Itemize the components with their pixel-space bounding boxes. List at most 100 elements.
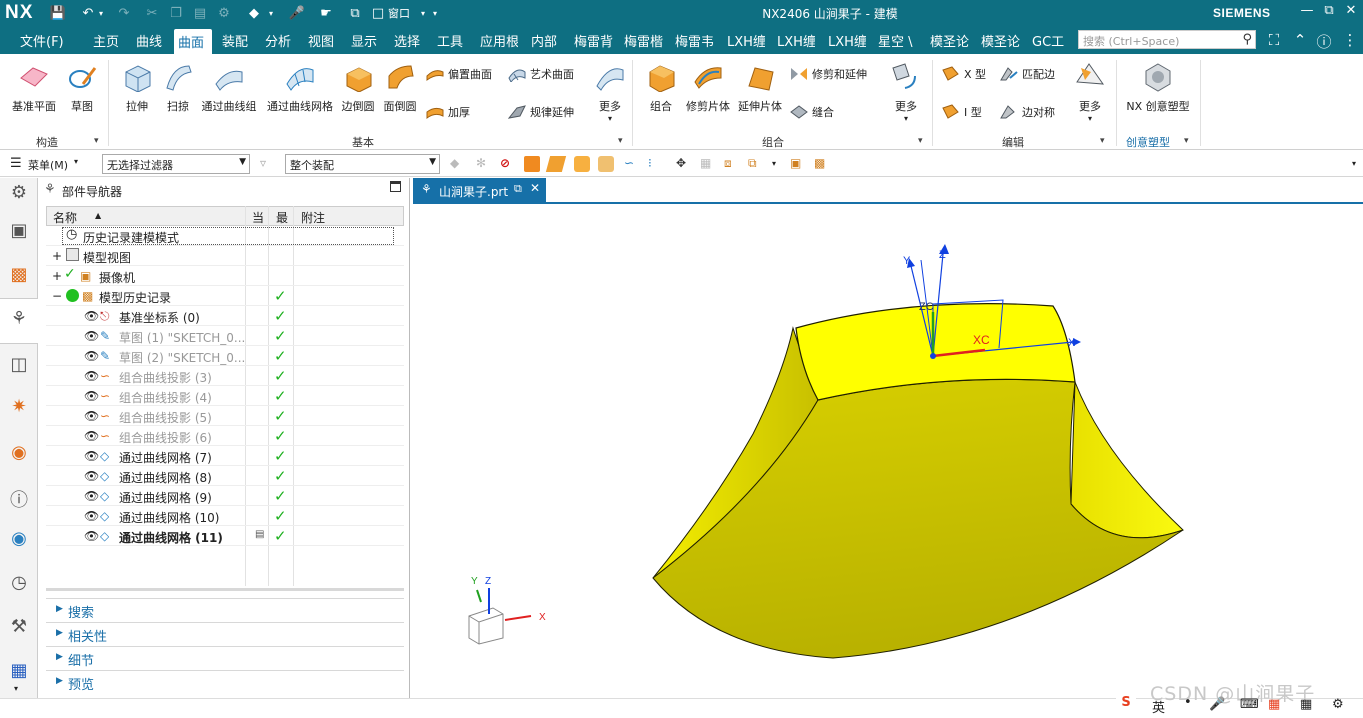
tab-lxh-2[interactable]: LXH缠 [777, 31, 815, 51]
group-realize-dropdown-icon[interactable]: ▾ [1184, 136, 1189, 146]
unite-button[interactable]: 组合 [640, 62, 682, 114]
menu-icon[interactable]: ☰ [10, 156, 22, 171]
tab-tools[interactable]: 工具 [437, 31, 467, 51]
point-icon[interactable]: ⁝ [648, 156, 664, 172]
curve-icon[interactable]: ∽ [624, 156, 640, 172]
close-tab-icon[interactable]: ✕ [530, 181, 540, 195]
redo-icon[interactable]: ↷ [114, 4, 134, 22]
extrude-button[interactable]: 拉伸 [116, 62, 158, 114]
microphone-icon[interactable]: 🎤 [287, 4, 307, 22]
tree-row-sketch-1[interactable]: 👁 ✎ 草图 (1) "SKETCH_0... ✓ [46, 326, 404, 346]
undock-icon[interactable]: ⧉ [514, 182, 522, 196]
toolbox-icon[interactable]: ▦ [1300, 697, 1312, 712]
hidden-eye-icon[interactable]: 👁 [84, 389, 99, 403]
tree-row-projection-4[interactable]: 👁 ∽ 组合曲线投影 (4) ✓ [46, 386, 404, 406]
tree-row-cameras[interactable]: + ✓ ▣ 摄像机 [46, 266, 404, 286]
selection-scope-select[interactable]: 整个装配 ▼ [285, 154, 440, 174]
info-icon[interactable]: ⓘ [7, 486, 31, 511]
endpoint-icon[interactable]: ⧈ [724, 156, 740, 172]
tab-home[interactable]: 主页 [93, 31, 123, 51]
hidden-eye-icon[interactable]: 👁 [84, 409, 99, 423]
sew-button[interactable]: 缝合 [790, 104, 834, 120]
menu-button[interactable]: 菜单(M) [28, 157, 68, 173]
face-blend-button[interactable]: 面倒圆 [380, 62, 420, 114]
visible-eye-icon[interactable]: 👁 [84, 449, 99, 463]
window-menu-dropdown-icon[interactable]: ▾ [418, 4, 428, 22]
window-icon[interactable]: □ [370, 4, 386, 22]
studio-surface-button[interactable]: 艺术曲面 [508, 66, 574, 83]
tab-display[interactable]: 显示 [351, 31, 381, 51]
paste-icon[interactable]: ▤ [190, 4, 210, 22]
more-tabs-icon[interactable]: ⋮ [1340, 31, 1360, 49]
thicken-button[interactable]: 加厚 [426, 104, 470, 120]
navigator-splitter[interactable] [46, 588, 404, 591]
collapse-icon[interactable]: − [52, 289, 62, 303]
tab-plugin-2[interactable]: 梅雷楷 [624, 31, 664, 51]
sheet-body-icon[interactable] [545, 156, 567, 172]
tab-application[interactable]: 应用根 [480, 31, 518, 51]
tree-row-model-views[interactable]: + 模型视图 [46, 246, 404, 266]
sort-ascending-icon[interactable]: ▲ [95, 211, 101, 220]
tab-plugin-1[interactable]: 梅雷背 [574, 31, 614, 51]
keyboard-icon[interactable]: ⌨ [1240, 697, 1259, 712]
hidden-eye-icon[interactable]: 👁 [84, 429, 99, 443]
command-finder-dropdown-icon[interactable]: ▾ [266, 4, 276, 22]
punctuation-icon[interactable]: • [1184, 695, 1192, 710]
hidden-eye-icon[interactable]: 👁 [84, 329, 99, 343]
tab-surface[interactable]: 曲面 [174, 29, 212, 54]
tab-mosheng-1[interactable]: 模圣论 [930, 31, 970, 51]
constraint-navigator-icon[interactable]: ▩ [7, 264, 31, 288]
combine-more-button[interactable]: 更多 ▾ [886, 62, 926, 123]
customize-dropdown-icon[interactable]: ▾ [430, 4, 440, 22]
tree-row-datum-csys[interactable]: 👁 ⎋ 基准坐标系 (0) ✓ [46, 306, 404, 326]
search-icon[interactable]: ⚲ [1242, 32, 1252, 47]
tab-xingkong[interactable]: 星空 \ [878, 31, 918, 51]
edge-blend-button[interactable]: 边倒圆 [338, 62, 378, 114]
gear-icon[interactable]: ⚙ [7, 182, 31, 206]
copy-icon[interactable]: ❐ [166, 4, 186, 22]
command-finder-icon[interactable]: ◆ [244, 4, 264, 22]
edge-symmetry-button[interactable]: 边对称 [1000, 104, 1055, 120]
tab-plugin-3[interactable]: 梅雷韦 [675, 31, 715, 51]
ime-settings-icon[interactable]: ⚙ [1332, 697, 1344, 712]
solid-body-icon[interactable] [524, 156, 540, 172]
body-icon[interactable]: ▣ [790, 156, 806, 172]
snap-dropdown-icon[interactable]: ▾ [772, 159, 788, 175]
hidden-eye-icon[interactable]: 👁 [84, 349, 99, 363]
toolbar-overflow-icon[interactable]: ▾ [1352, 159, 1356, 168]
snap-point-icon[interactable]: ✥ [676, 156, 692, 172]
tab-curve[interactable]: 曲线 [136, 31, 166, 51]
collapse-ribbon-icon[interactable]: ⌃ [1290, 31, 1310, 49]
microphone-icon[interactable]: 🎤 [1209, 697, 1225, 712]
menu-dropdown-icon[interactable]: ▾ [74, 157, 78, 166]
group-construct-dropdown-icon[interactable]: ▾ [94, 136, 99, 146]
tree-row-sketch-2[interactable]: 👁 ✎ 草图 (2) "SKETCH_0... ✓ [46, 346, 404, 366]
section-details[interactable]: ▶ 细节 [46, 646, 404, 669]
tab-file[interactable]: 文件(F) [20, 31, 68, 51]
hd3d-tools-icon[interactable]: ✷ [7, 396, 31, 420]
trim-and-extend-button[interactable]: 修剪和延伸 [790, 66, 867, 82]
column-comment[interactable]: 附注 [301, 209, 325, 226]
type-filter-select[interactable]: 无选择过滤器 ▼ [102, 154, 250, 174]
group-basic-dropdown-icon[interactable]: ▾ [618, 136, 623, 146]
save-icon[interactable]: 💾 [48, 4, 68, 22]
more-resources-dropdown-icon[interactable]: ▾ [14, 684, 18, 693]
tree-row-mesh-7[interactable]: 👁 ◇ 通过曲线网格 (7) ✓ [46, 446, 404, 466]
undo-dropdown-icon[interactable]: ▾ [96, 4, 106, 22]
group-edit-dropdown-icon[interactable]: ▾ [1100, 136, 1105, 146]
feature-face-icon[interactable] [598, 156, 614, 172]
assembly-navigator-icon[interactable]: ▣ [7, 220, 31, 244]
feature-selection-icon[interactable]: ✻ [476, 156, 492, 172]
model-right-flank[interactable] [1070, 381, 1184, 539]
offset-surface-button[interactable]: 偏置曲面 [426, 66, 492, 82]
expand-icon[interactable]: + [52, 249, 62, 263]
expand-icon[interactable]: + [52, 269, 62, 283]
visible-eye-icon[interactable]: 👁 [84, 509, 99, 523]
tree-row-mesh-10[interactable]: 👁 ◇ 通过曲线网格 (10) ✓ [46, 506, 404, 526]
visible-eye-icon[interactable]: 👁 [84, 529, 99, 543]
skin-icon[interactable]: ▦ [1268, 697, 1280, 712]
tab-lxh-3[interactable]: LXH缠 [828, 31, 866, 51]
command-search-input[interactable]: 搜索 (Ctrl+Space) ⚲ [1078, 30, 1256, 49]
touch-mode-icon[interactable]: ☛ [315, 4, 337, 22]
minimize-icon[interactable]: — [1296, 3, 1318, 23]
